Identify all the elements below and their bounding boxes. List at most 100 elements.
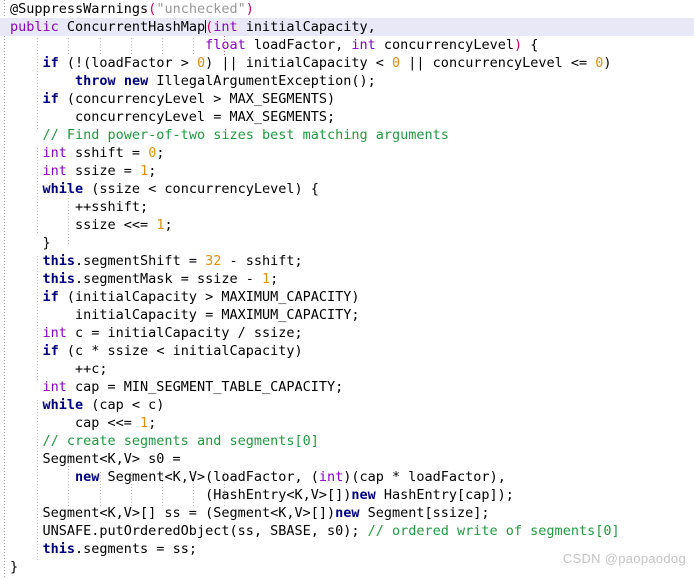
code-token-plain: HashEntry[cap]); <box>375 487 514 503</box>
code-token-plain: (ssize < concurrencyLevel) { <box>83 181 319 197</box>
code-token-plain: ssize <<= <box>10 217 157 233</box>
code-line[interactable]: public ConcurrentHashMap(int initialCapa… <box>0 18 694 36</box>
code-line[interactable]: this.segmentShift = 32 - sshift; <box>0 252 694 270</box>
code-token-plain: IllegalArgumentException(); <box>148 73 376 89</box>
code-token-cmt: // create segments and segments[0] <box>42 433 319 449</box>
code-token-kw: new <box>351 487 376 503</box>
code-token-plain: ; <box>156 145 165 161</box>
code-token-kw: if <box>42 91 59 107</box>
code-editor[interactable]: @SuppressWarnings("unchecked") public Con… <box>0 0 694 579</box>
code-token-plain: } <box>10 559 19 575</box>
code-line[interactable]: Segment<K,V> s0 = <box>0 450 694 468</box>
code-token-type: float <box>205 37 246 53</box>
csdn-watermark: CSDN @paopaodog <box>562 551 686 566</box>
code-token-type: int <box>42 145 67 161</box>
code-token-kw: while <box>42 181 84 197</box>
code-token-paren: ) <box>245 1 254 17</box>
code-line[interactable]: @SuppressWarnings("unchecked") <box>0 0 694 18</box>
code-token-kw: new <box>123 73 149 89</box>
code-line[interactable]: cap <<= 1; <box>0 414 694 432</box>
code-token-type: int <box>42 325 67 341</box>
code-token-cmt: // ordered write of segments[0] <box>367 523 620 539</box>
code-line[interactable]: concurrencyLevel = MAX_SEGMENTS; <box>0 108 694 126</box>
code-token-num: 1 <box>261 271 271 287</box>
code-token-plain: Segment[ssize]; <box>359 505 490 521</box>
code-line[interactable]: // create segments and segments[0] <box>0 432 694 450</box>
code-token-plain: sshift = <box>66 145 149 161</box>
code-token-cmt: // Find power-of-two sizes best matching… <box>42 127 449 143</box>
code-token-paren: ( <box>205 19 214 35</box>
code-line[interactable]: // Find power-of-two sizes best matching… <box>0 126 694 144</box>
code-line[interactable]: int sshift = 0; <box>0 144 694 162</box>
code-token-plain: (initialCapacity > MAXIMUM_CAPACITY) <box>58 289 360 305</box>
code-token-plain: ) <box>603 55 612 71</box>
code-token-type: int <box>42 163 67 179</box>
code-token-type: public <box>10 19 59 35</box>
code-token-kw: new <box>75 469 100 485</box>
code-token-plain: - sshift; <box>221 253 303 269</box>
code-line[interactable]: float loadFactor, int concurrencyLevel) … <box>0 36 694 54</box>
code-line[interactable]: if (initialCapacity > MAXIMUM_CAPACITY) <box>0 288 694 306</box>
code-token-plain: ++sshift; <box>10 199 149 215</box>
code-token-plain: ; <box>148 163 157 179</box>
code-line[interactable]: Segment<K,V>[] ss = (Segment<K,V>[])new … <box>0 504 694 522</box>
code-token-plain: cap <<= <box>10 415 141 431</box>
code-token-plain: ; <box>148 415 157 431</box>
code-line[interactable]: } <box>0 234 694 252</box>
code-token-plain: initialCapacity, <box>237 19 376 35</box>
code-line[interactable]: if (c * ssize < initialCapacity) <box>0 342 694 360</box>
code-line[interactable]: while (cap < c) <box>0 396 694 414</box>
code-token-plain: Segment<K,V>[] ss = (Segment<K,V>[]) <box>10 505 336 521</box>
code-token-kw: if <box>42 343 59 359</box>
code-line[interactable]: if (concurrencyLevel > MAX_SEGMENTS) <box>0 90 694 108</box>
code-line[interactable]: ++sshift; <box>0 198 694 216</box>
code-line[interactable]: UNSAFE.putOrderedObject(ss, SBASE, s0); … <box>0 522 694 540</box>
code-token-plain: ; <box>164 217 173 233</box>
code-line[interactable]: new Segment<K,V>(loadFactor, (int)(cap *… <box>0 468 694 486</box>
code-token-plain: .segments = ss; <box>75 541 197 557</box>
code-token-num: 0 <box>392 55 401 71</box>
code-line[interactable]: if (!(loadFactor > 0) || initialCapacity… <box>0 54 694 72</box>
code-line[interactable]: (HashEntry<K,V>[])new HashEntry[cap]); <box>0 486 694 504</box>
code-token-kw: if <box>42 55 59 71</box>
code-token-plain: || concurrencyLevel <= <box>400 55 596 71</box>
code-token-plain: ; <box>270 271 279 287</box>
code-line[interactable]: this.segmentMask = ssize - 1; <box>0 270 694 288</box>
code-line[interactable]: int ssize = 1; <box>0 162 694 180</box>
code-token-plain: initialCapacity = MAXIMUM_CAPACITY; <box>10 307 360 323</box>
code-token-plain: UNSAFE.putOrderedObject(ss, SBASE, s0); <box>10 523 368 539</box>
code-content[interactable]: @SuppressWarnings("unchecked") public Con… <box>0 0 694 576</box>
code-token-plain: .segmentShift = <box>75 253 206 269</box>
code-token-plain: } <box>10 235 51 251</box>
code-line[interactable]: int c = initialCapacity / ssize; <box>0 324 694 342</box>
code-token-type: int <box>213 19 238 35</box>
code-line[interactable]: while (ssize < concurrencyLevel) { <box>0 180 694 198</box>
code-line[interactable]: int cap = MIN_SEGMENT_TABLE_CAPACITY; <box>0 378 694 396</box>
code-token-plain: loadFactor, <box>245 37 352 53</box>
code-line[interactable]: throw new IllegalArgumentException(); <box>0 72 694 90</box>
code-token-num: 1 <box>140 163 149 179</box>
code-token-kw: this <box>10 271 76 287</box>
code-line[interactable]: initialCapacity = MAXIMUM_CAPACITY; <box>0 306 694 324</box>
code-line[interactable]: ssize <<= 1; <box>0 216 694 234</box>
code-token-kw: if <box>42 289 59 305</box>
code-token-num: 1 <box>140 415 149 431</box>
code-token-plain: c = initialCapacity / ssize; <box>66 325 303 341</box>
code-token-plain: ++c; <box>10 361 108 377</box>
code-token-plain: Segment<K,V> s0 = <box>10 451 181 467</box>
code-line[interactable]: ++c; <box>0 360 694 378</box>
code-token-num: 32 <box>205 253 222 269</box>
